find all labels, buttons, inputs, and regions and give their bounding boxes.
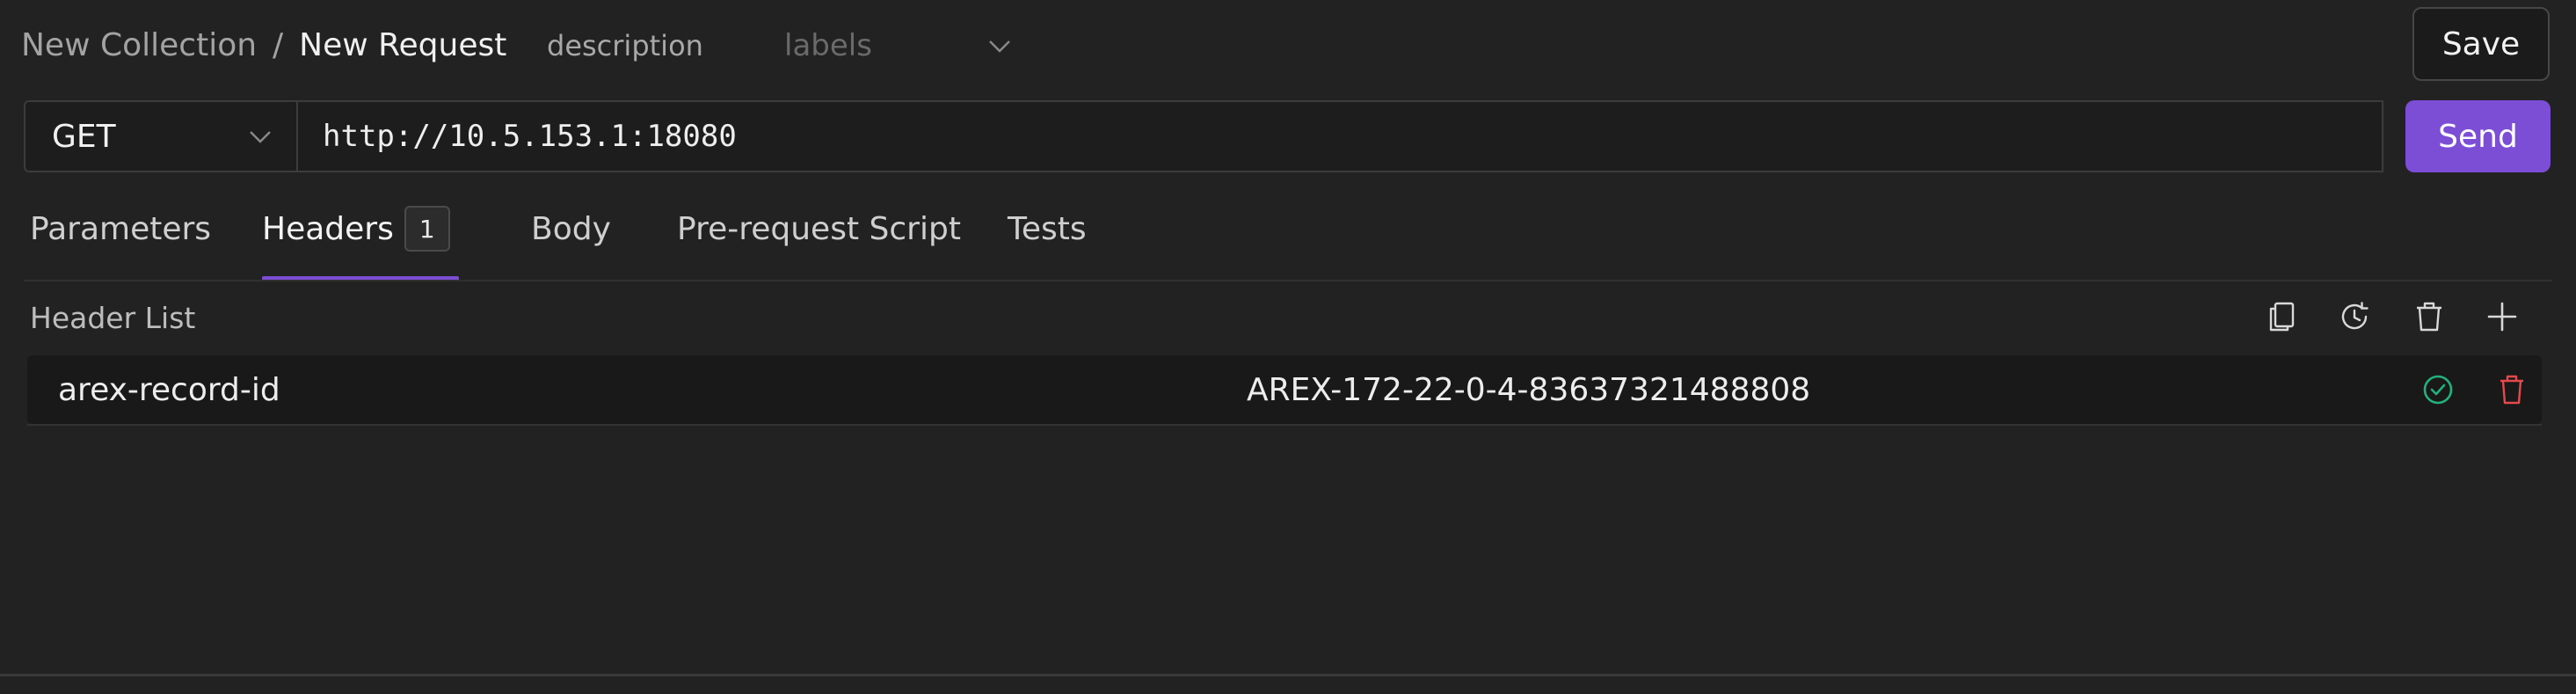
header-key-input[interactable]: arex-record-id: [58, 355, 280, 424]
tab-body[interactable]: Body: [531, 204, 611, 253]
labels-placeholder: labels: [784, 28, 872, 63]
tab-label: Headers: [262, 210, 394, 247]
header-value-input[interactable]: AREX-172-22-0-4-83637321488808: [1247, 355, 1810, 424]
breadcrumb: New Collection / New Request: [21, 25, 506, 67]
tab-pre-request-script[interactable]: Pre-request Script: [677, 204, 961, 253]
tab-headers[interactable]: Headers 1: [262, 204, 450, 253]
headers-count-badge: 1: [404, 206, 450, 252]
request-tabs: Parameters Headers 1 Body Pre-request Sc…: [0, 204, 2576, 281]
breadcrumb-request[interactable]: New Request: [299, 27, 506, 63]
labels-select[interactable]: labels: [784, 26, 1013, 65]
plus-icon[interactable]: [2481, 296, 2523, 338]
tab-parameters[interactable]: Parameters: [30, 204, 211, 253]
method-value: GET: [52, 118, 116, 155]
request-editor: New Collection / New Request description l…: [0, 0, 2576, 694]
tab-label: Body: [531, 210, 611, 247]
send-button[interactable]: Send: [2405, 100, 2551, 172]
table-row: arex-record-id AREX-172-22-0-4-836373214…: [27, 355, 2542, 424]
url-input[interactable]: http://10.5.153.1:18080: [298, 100, 2383, 172]
history-icon[interactable]: [2333, 296, 2376, 338]
check-circle-icon[interactable]: [2418, 369, 2458, 410]
breadcrumb-separator: /: [273, 27, 284, 63]
copy-icon[interactable]: [2260, 296, 2303, 338]
url-value: http://10.5.153.1:18080: [323, 119, 737, 154]
header-list-title: Header List: [30, 301, 196, 335]
tab-tests[interactable]: Tests: [1008, 204, 1087, 253]
tab-label: Pre-request Script: [677, 210, 961, 247]
tab-label: Parameters: [30, 210, 212, 247]
method-select[interactable]: GET: [24, 100, 298, 172]
delete-icon[interactable]: [2408, 296, 2450, 338]
save-button[interactable]: Save: [2412, 7, 2550, 81]
chevron-down-icon: [989, 40, 1010, 53]
tabs-divider: [24, 280, 2552, 281]
row-divider: [27, 424, 2542, 426]
description-field[interactable]: description: [547, 28, 703, 63]
chevron-down-icon: [250, 131, 271, 143]
breadcrumb-collection[interactable]: New Collection: [21, 27, 257, 63]
panel-resize-handle[interactable]: [0, 674, 2576, 676]
tab-label: Tests: [1008, 210, 1087, 247]
delete-row-icon[interactable]: [2492, 369, 2532, 410]
